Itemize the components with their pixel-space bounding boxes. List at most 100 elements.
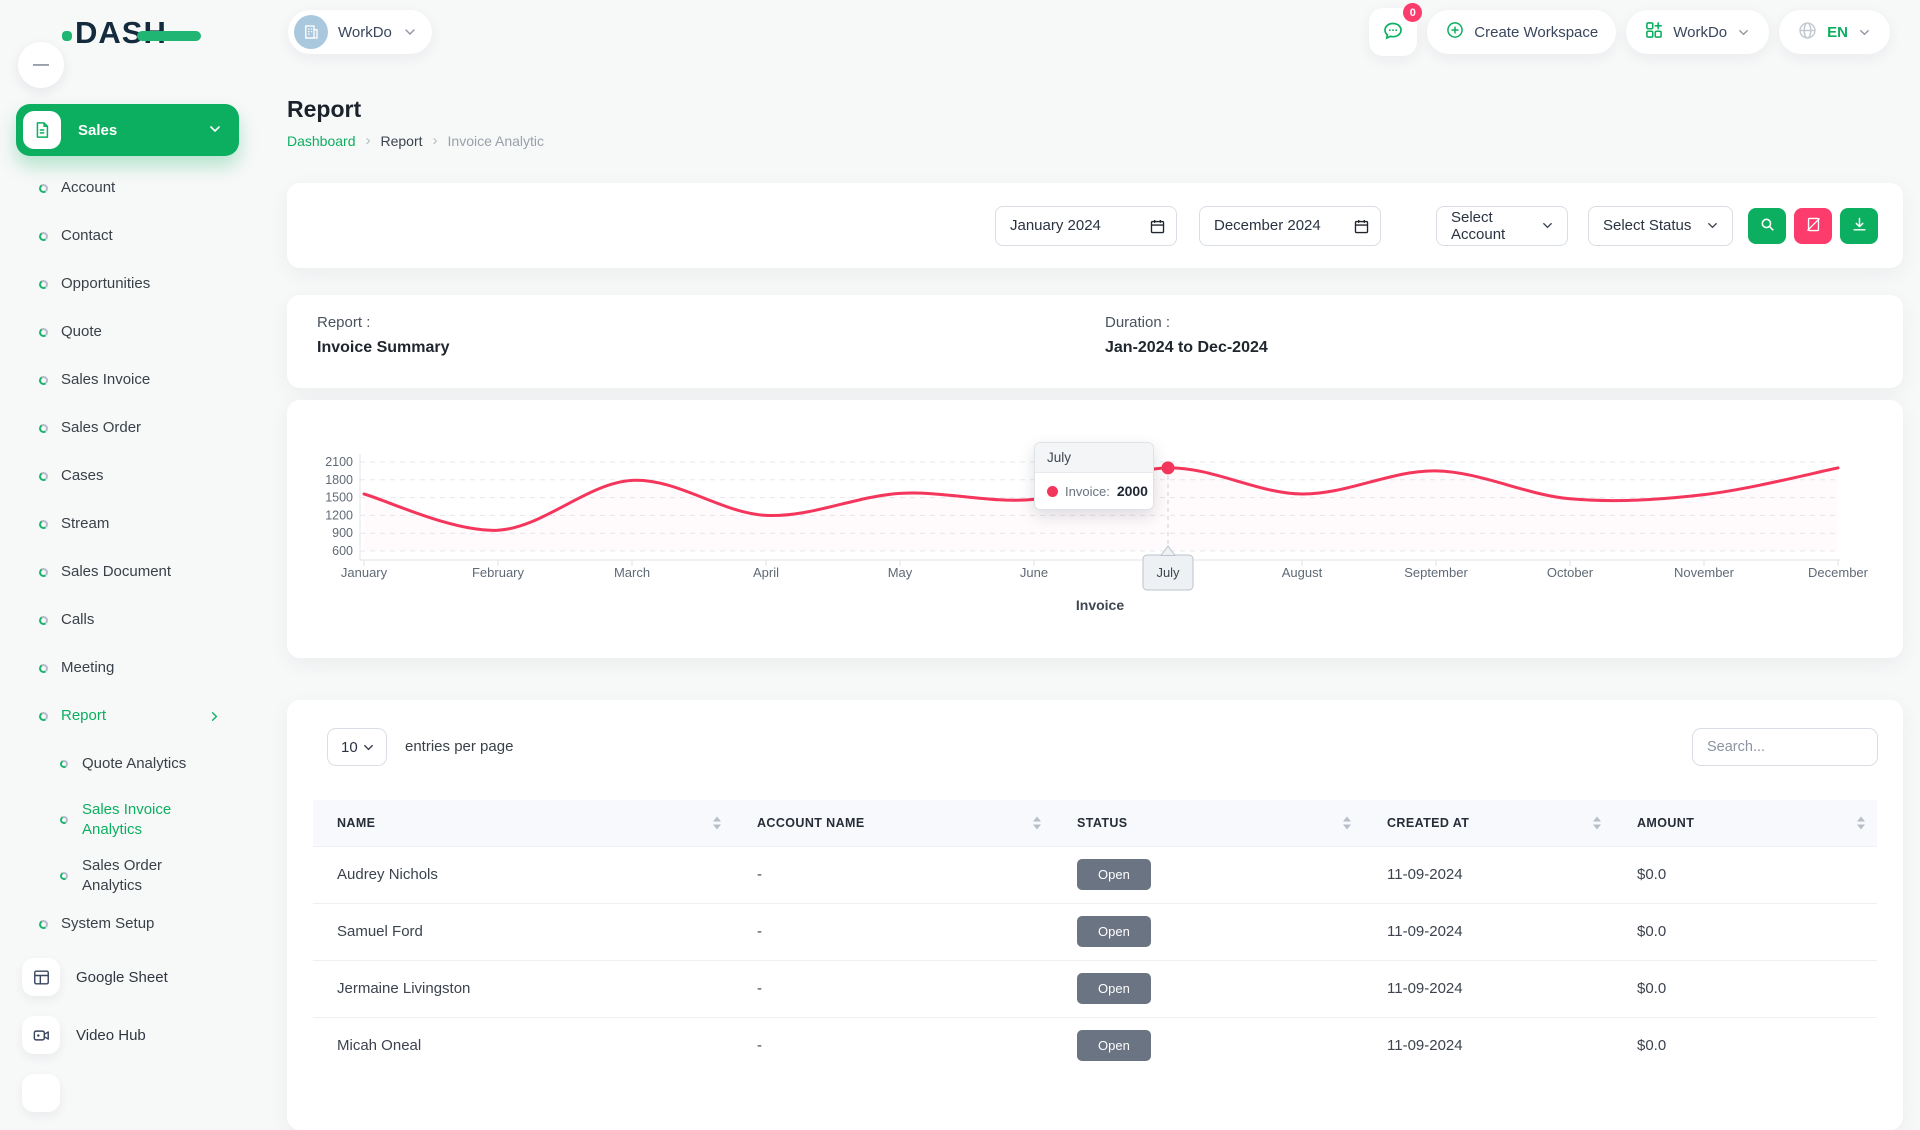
svg-text:600: 600 [332,544,353,558]
bullet-icon [38,230,49,241]
column-header-amount[interactable]: AMOUNT [1613,800,1877,846]
search-icon [1759,216,1776,236]
sidebar-item-calls[interactable]: Calls [0,596,260,644]
sidebar-item-opportunities[interactable]: Opportunities [0,260,260,308]
app-menu-button[interactable]: WorkDo [1626,10,1769,54]
report-value: Invoice Summary [317,339,450,357]
create-workspace-button[interactable]: Create Workspace [1427,10,1616,54]
cell-amount: $0.0 [1613,1017,1877,1074]
logo-dot-icon [62,31,72,41]
sidebar-item-sales-order-analytics[interactable]: Sales Order Analytics [0,852,260,900]
bullet-icon [38,566,49,577]
breadcrumb: Dashboard›Report›Invoice Analytic [287,132,544,149]
status-badge: Open [1077,916,1151,947]
sidebar-item-sales-invoice[interactable]: Sales Invoice [0,356,260,404]
sidebar-item-quote-analytics[interactable]: Quote Analytics [0,740,260,788]
breadcrumb-item[interactable]: Dashboard [287,133,356,149]
cell-name: Micah Oneal [313,1017,733,1074]
breadcrumb-item[interactable]: Report [381,133,423,149]
filter-card: Select Account Select Status [287,183,1903,268]
cell-created-at: 11-09-2024 [1363,846,1613,903]
svg-text:October: October [1547,565,1594,580]
svg-text:June: June [1020,565,1048,580]
invoice-table-card: 10 entries per page NAME ACCOUNT NAME ST… [287,700,1903,1130]
table-row: Samuel Ford - Open 11-09-2024 $0.0 [313,903,1877,960]
bullet-icon [59,871,69,881]
chat-bubble-icon [1381,19,1405,46]
svg-text:2100: 2100 [325,455,353,469]
sidebar-item-quote[interactable]: Quote [0,308,260,356]
sidebar-toggle-button[interactable]: — [18,42,64,88]
sort-icon[interactable] [1593,816,1601,829]
sidebar-item-stream[interactable]: Stream [0,500,260,548]
notification-badge: 0 [1403,3,1422,22]
cell-created-at: 11-09-2024 [1363,903,1613,960]
bullet-icon [59,815,69,825]
tooltip-series-label: Invoice: [1065,484,1110,499]
sidebar-item-sales-order[interactable]: Sales Order [0,404,260,452]
breadcrumb-separator-icon: › [433,132,438,149]
sort-icon[interactable] [713,816,721,829]
cell-status: Open [1053,960,1363,1017]
status-select[interactable]: Select Status [1588,206,1733,246]
cell-status: Open [1053,1017,1363,1074]
cell-name: Audrey Nichols [313,846,733,903]
app-logo[interactable]: DASH [62,14,201,52]
svg-text:December: December [1808,565,1869,580]
start-date-input[interactable] [995,206,1177,246]
sidebar-item-item[interactable] [0,1064,260,1122]
sidebar-item-system-setup[interactable]: System Setup [0,900,260,948]
bullet-icon [38,518,49,529]
sort-icon[interactable] [1343,816,1351,829]
sidebar-item-meeting[interactable]: Meeting [0,644,260,692]
svg-text:February: February [472,565,525,580]
calendar-icon [1353,218,1370,240]
clear-filter-button[interactable] [1794,208,1832,244]
account-select[interactable]: Select Account [1436,206,1568,246]
sidebar-item-account[interactable]: Account [0,164,260,212]
entries-per-page-label: entries per page [405,738,513,755]
duration-summary: Duration : Jan-2024 to Dec-2024 [1105,314,1268,357]
language-label: EN [1827,24,1848,41]
create-workspace-label: Create Workspace [1474,24,1598,41]
column-header-status[interactable]: STATUS [1053,800,1363,846]
table-search[interactable] [1692,728,1878,766]
export-button[interactable] [1840,208,1878,244]
invoice-doc-icon [23,111,61,149]
report-summary-card: Report : Invoice Summary Duration : Jan-… [287,295,1903,388]
sidebar-item-google-sheet[interactable]: Google Sheet [0,948,260,1006]
chevron-down-icon [361,740,376,755]
svg-text:April: April [753,565,779,580]
bullet-icon [38,326,49,337]
sidebar-item-report[interactable]: Report [0,692,260,740]
sidebar-item-contact[interactable]: Contact [0,212,260,260]
sort-icon[interactable] [1857,816,1865,829]
column-header-created-at[interactable]: CREATED AT [1363,800,1613,846]
end-date-input[interactable] [1199,206,1381,246]
plus-circle-icon [1445,20,1465,44]
messages-button[interactable]: 0 [1369,8,1417,56]
tooltip-value: 2000 [1117,483,1148,499]
clear-filter-icon [1805,216,1822,236]
svg-text:900: 900 [332,526,353,540]
sort-icon[interactable] [1033,816,1041,829]
table-search-input[interactable] [1693,729,1877,765]
apply-filter-button[interactable] [1748,208,1786,244]
language-button[interactable]: EN [1779,10,1890,54]
sidebar-section-sales[interactable]: Sales [16,104,239,156]
sidebar-item-video-hub[interactable]: Video Hub [0,1006,260,1064]
sidebar-item-sales-invoice-analytics[interactable]: Sales Invoice Analytics [0,788,260,852]
column-header-name[interactable]: NAME [313,800,733,846]
chevron-down-icon [402,24,418,40]
tooltip-title: July [1035,443,1153,473]
page-size-select[interactable]: 10 [327,728,387,766]
cell-account-name: - [733,846,1053,903]
svg-text:July: July [1156,565,1180,580]
collapse-dash-icon: — [33,56,49,74]
column-header-account-name[interactable]: ACCOUNT NAME [733,800,1053,846]
bullet-icon [38,374,49,385]
workspace-switcher[interactable]: WorkDo [288,10,432,54]
sidebar-item-cases[interactable]: Cases [0,452,260,500]
sidebar-item-sales-document[interactable]: Sales Document [0,548,260,596]
table-row: Audrey Nichols - Open 11-09-2024 $0.0 [313,846,1877,903]
